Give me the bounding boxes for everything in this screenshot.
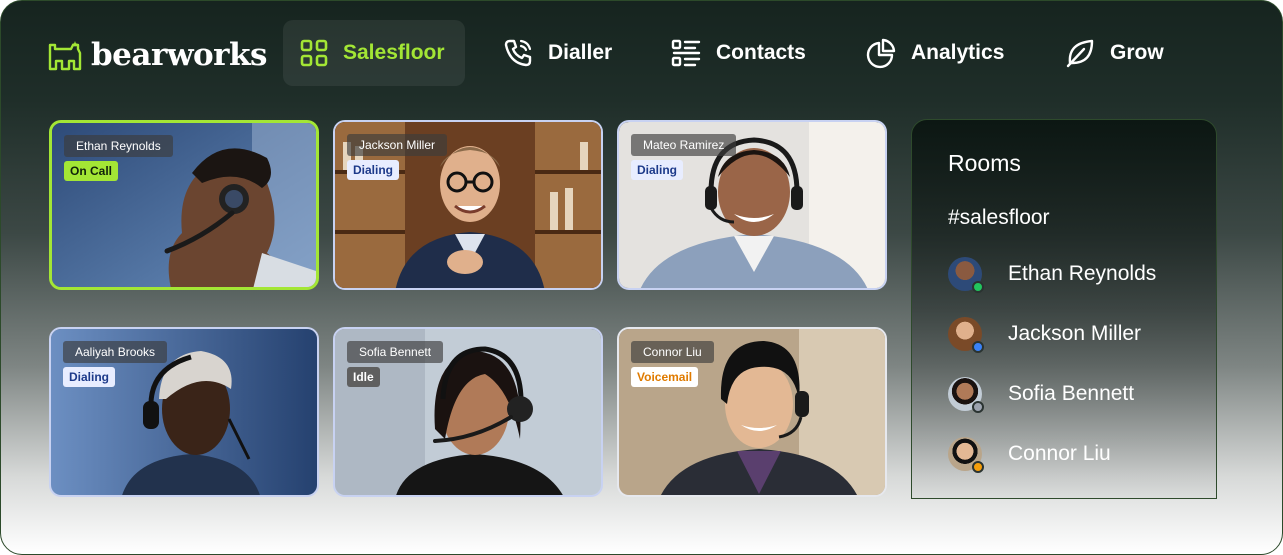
- presence-dot: [972, 461, 984, 473]
- grid-icon: [300, 39, 328, 67]
- list-icon: [671, 39, 701, 67]
- status-badge: Dialing: [63, 367, 116, 387]
- video-tile-sofia-bennett[interactable]: Sofia Bennett Idle: [333, 327, 603, 497]
- rooms-title: Rooms: [948, 150, 1021, 176]
- participant-name: Aaliyah Brooks: [63, 341, 168, 363]
- phone-icon: [504, 39, 532, 67]
- bear-logo-icon: [48, 41, 82, 71]
- video-tile-mateo-ramirez[interactable]: Mateo Ramirez Dialing: [617, 120, 887, 290]
- room-member[interactable]: Sofia Bennett: [948, 376, 1135, 413]
- nav-label: Analytics: [911, 41, 1005, 64]
- avatar: [948, 257, 984, 293]
- nav-label: Contacts: [716, 41, 806, 64]
- brand-logo[interactable]: bearworks: [47, 35, 267, 75]
- participant-name: Connor Liu: [631, 341, 714, 363]
- rooms-panel: Rooms #salesfloor Ethan Reynolds Jackson…: [911, 119, 1217, 499]
- nav-salesfloor[interactable]: Salesfloor: [283, 20, 465, 86]
- nav-grow[interactable]: Grow: [1048, 20, 1180, 86]
- avatar: [948, 437, 984, 473]
- video-tile-connor-liu[interactable]: Connor Liu Voicemail: [617, 327, 887, 497]
- status-badge: Dialing: [347, 160, 400, 180]
- member-name: Connor Liu: [1008, 442, 1111, 465]
- participant-name: Ethan Reynolds: [64, 135, 173, 157]
- status-badge: Idle: [347, 367, 380, 387]
- room-member[interactable]: Connor Liu: [948, 436, 1111, 473]
- presence-dot: [972, 281, 984, 293]
- app-window: bearworks Salesfloor Dialler Contacts An…: [0, 0, 1283, 555]
- presence-dot: [972, 341, 984, 353]
- status-badge: On Call: [64, 161, 119, 181]
- participant-name: Sofia Bennett: [347, 341, 444, 363]
- room-channel-salesfloor[interactable]: #salesfloor: [948, 206, 1050, 230]
- brand-name: bearworks: [91, 37, 267, 73]
- room-member[interactable]: Ethan Reynolds: [948, 256, 1157, 293]
- status-badge: Dialing: [631, 160, 684, 180]
- avatar: [948, 377, 984, 413]
- nav-label: Grow: [1110, 41, 1164, 64]
- avatar: [948, 317, 984, 353]
- video-tile-aaliyah-brooks[interactable]: Aaliyah Brooks Dialing: [49, 327, 319, 497]
- nav-dialler[interactable]: Dialler: [486, 20, 628, 86]
- pie-chart-icon: [866, 38, 896, 69]
- nav-contacts[interactable]: Contacts: [654, 20, 822, 86]
- room-member[interactable]: Jackson Miller: [948, 316, 1142, 353]
- nav-label: Dialler: [548, 41, 613, 64]
- leaf-icon: [1066, 39, 1094, 68]
- participant-name: Jackson Miller: [347, 134, 448, 156]
- member-name: Sofia Bennett: [1008, 382, 1135, 405]
- member-name: Jackson Miller: [1008, 322, 1142, 345]
- nav-analytics[interactable]: Analytics: [849, 20, 1020, 86]
- presence-dot: [972, 401, 984, 413]
- participant-name: Mateo Ramirez: [631, 134, 737, 156]
- video-tile-jackson-miller[interactable]: Jackson Miller Dialing: [333, 120, 603, 290]
- member-name: Ethan Reynolds: [1008, 262, 1157, 285]
- video-tile-ethan-reynolds[interactable]: Ethan Reynolds On Call: [49, 120, 319, 290]
- status-badge: Voicemail: [631, 367, 699, 387]
- nav-label: Salesfloor: [343, 41, 445, 64]
